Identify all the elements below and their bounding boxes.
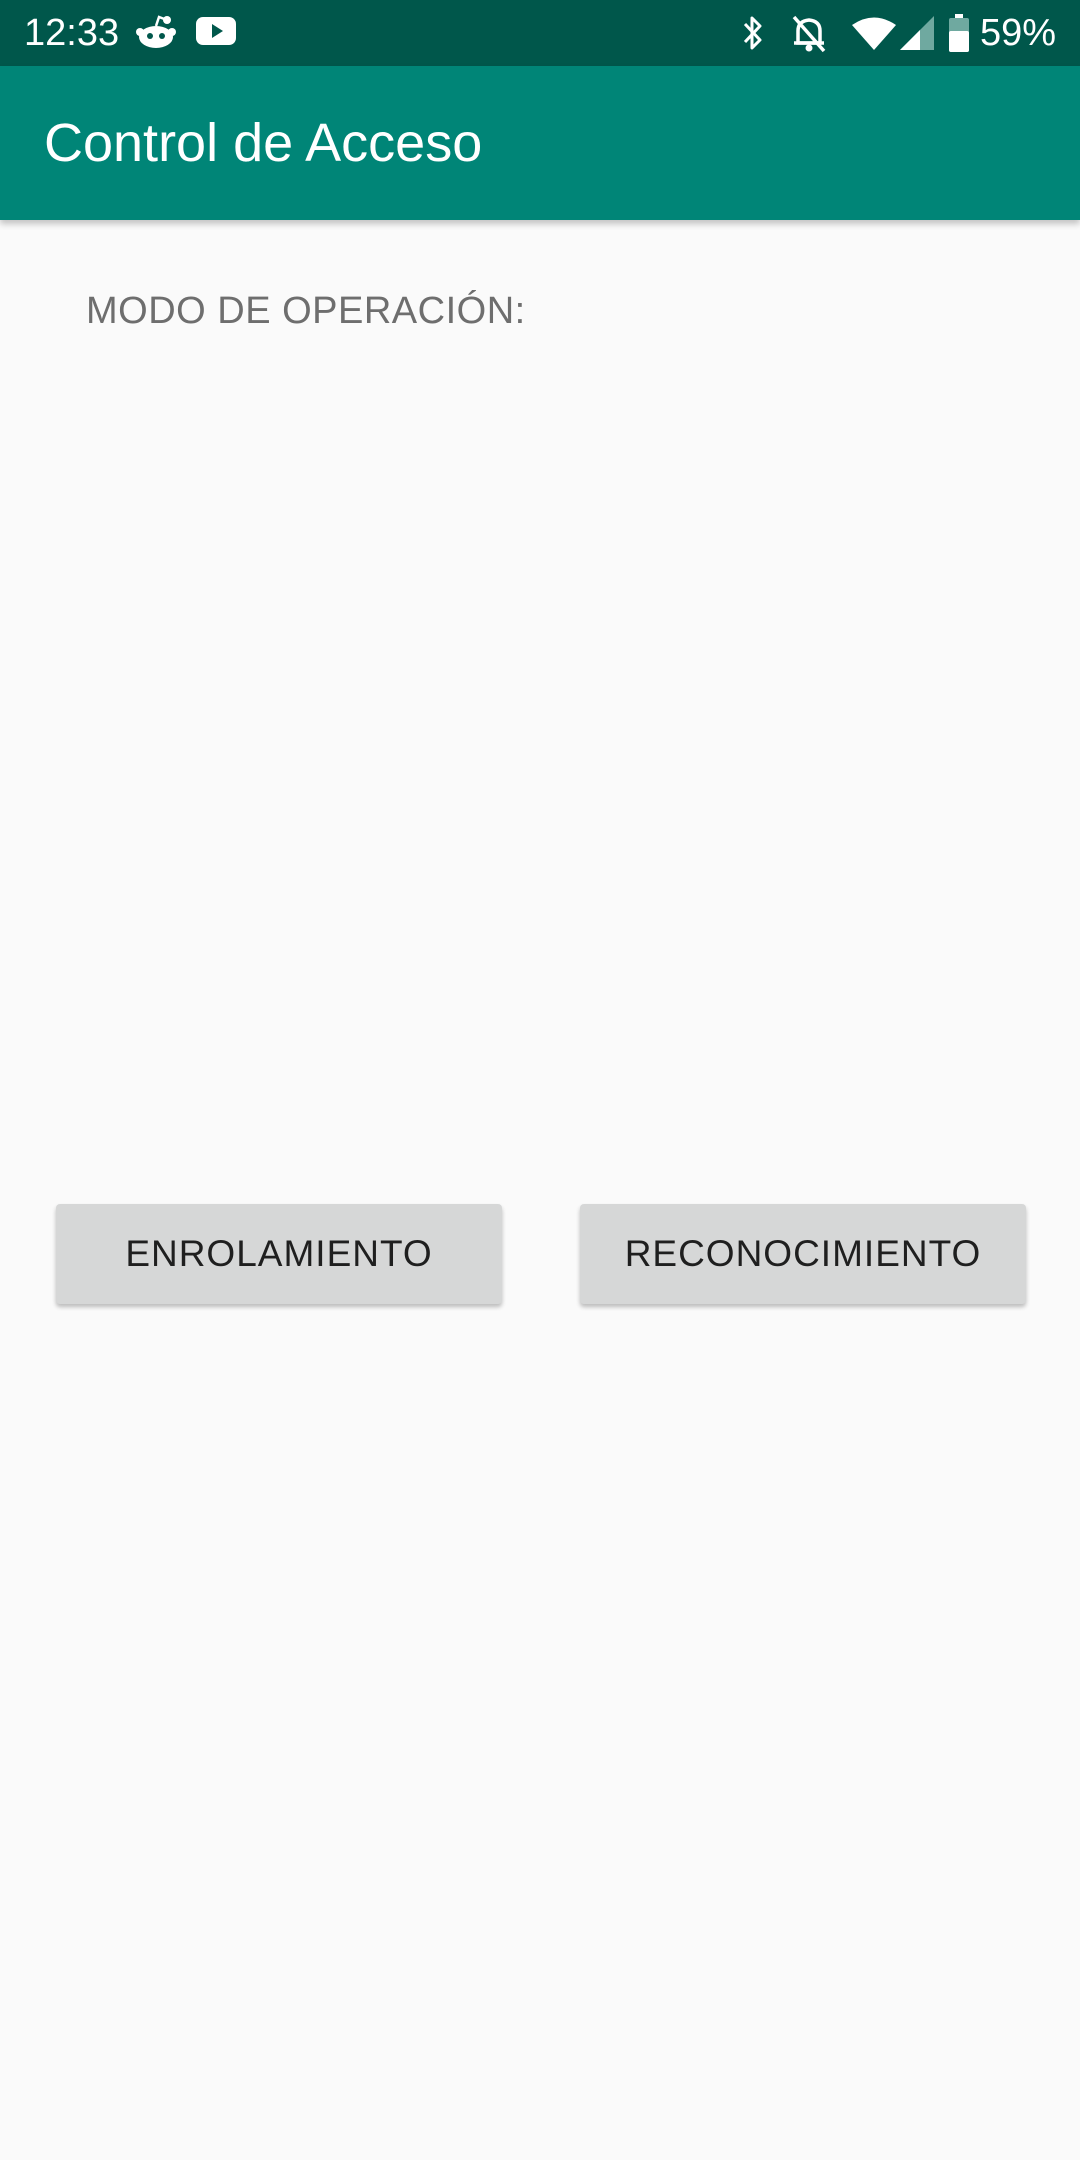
screen: 12:33 59% Control de Acceso MODO DE OPER…	[0, 0, 1080, 2160]
operation-mode-label: MODO DE OPERACIÓN:	[86, 290, 526, 332]
app-title: Control de Acceso	[44, 113, 483, 173]
notifications-off-icon	[790, 13, 828, 53]
battery-percent: 59%	[979, 12, 1056, 54]
wifi-icon	[852, 16, 896, 56]
battery-icon	[948, 14, 970, 54]
cell-signal-icon	[900, 16, 934, 56]
app-bar: Control de Acceso	[0, 66, 1080, 220]
recognition-button[interactable]: RECONOCIMIENTO	[580, 1204, 1026, 1304]
status-bar: 12:33 59%	[0, 0, 1080, 66]
enrol-button[interactable]: ENROLAMIENTO	[56, 1204, 502, 1304]
bluetooth-icon	[740, 14, 766, 54]
reddit-icon	[136, 12, 176, 52]
youtube-icon	[196, 14, 236, 54]
status-time: 12:33	[24, 12, 120, 54]
